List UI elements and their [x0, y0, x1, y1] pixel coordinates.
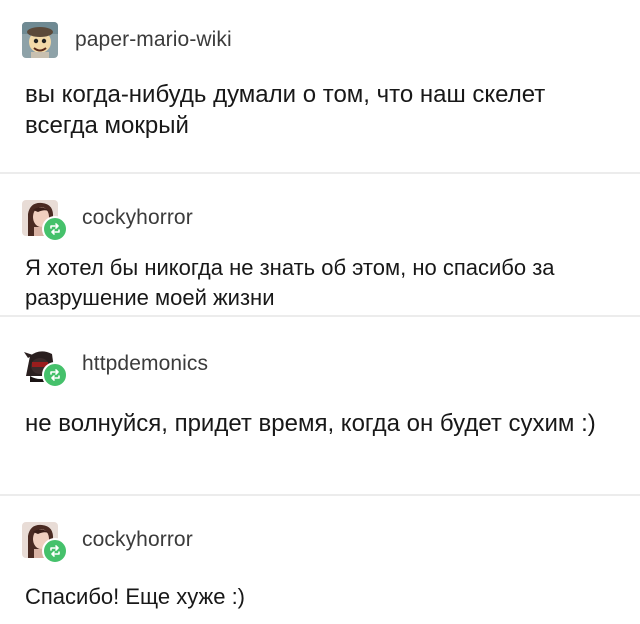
username[interactable]: httpdemonics	[82, 352, 208, 376]
post-3: httpdemonics не волнуйся, придет время, …	[0, 317, 640, 494]
avatar[interactable]	[22, 522, 68, 564]
post-text: Спасибо! Еще хуже :)	[25, 584, 246, 609]
post-header: paper-mario-wiki	[22, 20, 232, 60]
reblog-icon	[42, 538, 68, 564]
post-4: cockyhorror Спасибо! Еще хуже :)	[0, 496, 640, 624]
reblog-icon	[42, 216, 68, 242]
username[interactable]: paper-mario-wiki	[75, 28, 232, 52]
avatar[interactable]	[22, 200, 68, 242]
post-2: cockyhorror Я хотел бы никогда не знать …	[0, 174, 640, 316]
username[interactable]: cockyhorror	[82, 528, 193, 552]
post-header: cockyhorror	[22, 520, 193, 564]
reblog-icon	[42, 362, 68, 388]
post-1: paper-mario-wiki вы когда-нибудь думали …	[0, 0, 640, 172]
post-text: вы когда-нибудь думали о том, что наш ск…	[25, 81, 546, 139]
post-header: cockyhorror	[22, 198, 193, 242]
post-header: httpdemonics	[22, 344, 208, 388]
post-text: не волнуйся, придет время, когда он буде…	[25, 410, 596, 437]
avatar[interactable]	[22, 22, 58, 58]
avatar[interactable]	[22, 346, 68, 388]
username[interactable]: cockyhorror	[82, 206, 193, 230]
paper-mario-avatar-icon	[22, 22, 58, 58]
post-text: Я хотел бы никогда не знать об этом, но …	[25, 255, 555, 310]
